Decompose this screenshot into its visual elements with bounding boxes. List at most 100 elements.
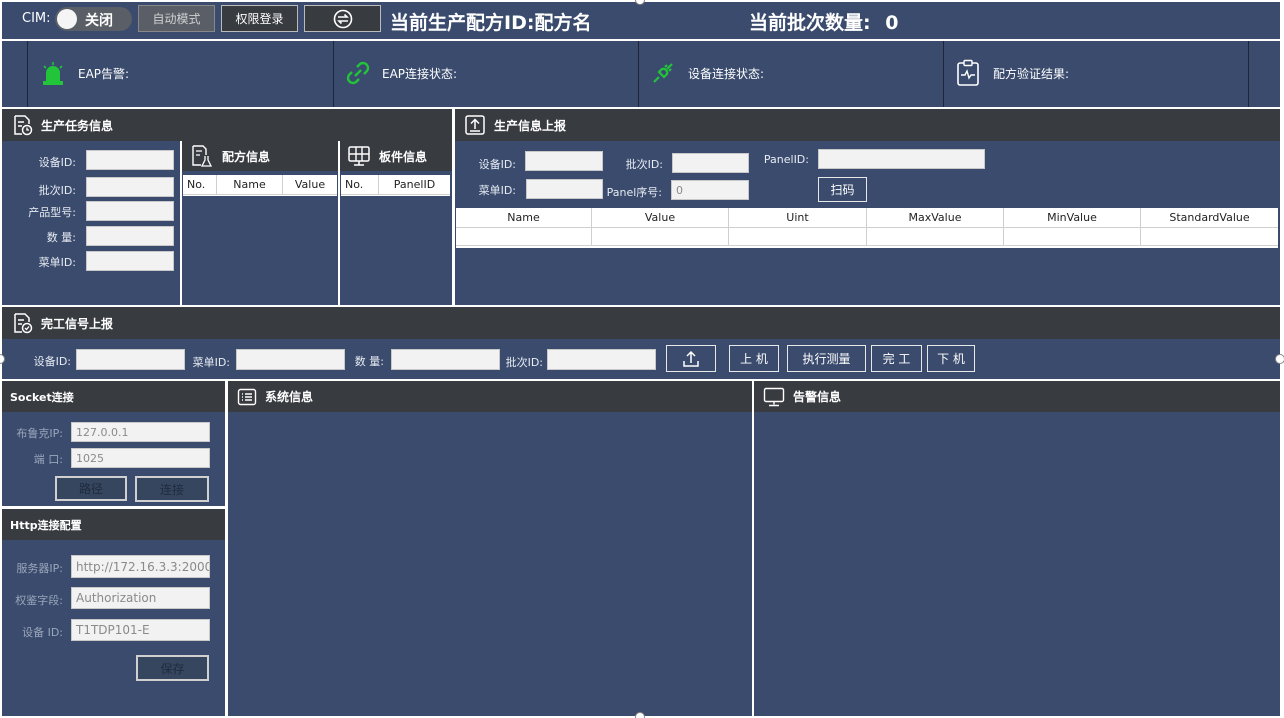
upload-header: 生产信息上报 (455, 109, 1280, 141)
finish-button[interactable]: 完 工 (871, 345, 922, 372)
task-doc-icon (11, 114, 33, 136)
system-info-body[interactable] (228, 412, 752, 716)
flask-doc-icon (190, 144, 214, 168)
board-info-title: 板件信息 (379, 149, 428, 164)
auto-mode-button[interactable]: 自动模式 (138, 5, 215, 32)
column-header[interactable]: MaxValue (867, 208, 1004, 228)
device-id-input[interactable]: T1TDP101-E (71, 619, 210, 641)
device-id-label: 设备 ID: (22, 626, 63, 639)
column-header[interactable]: Value (592, 208, 729, 228)
connect-button[interactable]: 连接 (135, 476, 209, 502)
batch-value: 0 (885, 12, 899, 34)
finish-quantity-input[interactable] (391, 349, 500, 370)
auth-field-input[interactable]: Authorization (71, 587, 210, 609)
upload-menu-id-label: 菜单ID: (478, 184, 516, 197)
server-ip-input[interactable]: http://172.16.3.3:20003, (71, 555, 210, 578)
column-header[interactable]: No. (341, 175, 379, 195)
table-cell[interactable] (456, 228, 592, 246)
task-product-model-label: 产品型号: (28, 206, 76, 219)
table-cell[interactable] (1004, 228, 1141, 246)
task-product-model-input[interactable] (86, 201, 174, 221)
cim-toggle[interactable]: 关闭 (55, 7, 132, 31)
task-batch-id-input[interactable] (86, 177, 174, 197)
save-button[interactable]: 保存 (136, 655, 209, 681)
finish-header: 完工信号上报 (2, 307, 1280, 339)
broker-ip-input[interactable]: 127.0.0.1 (71, 422, 210, 442)
table-cell[interactable] (592, 228, 729, 246)
check-doc-icon (11, 312, 33, 334)
status-divider (333, 41, 334, 107)
task-menu-id-input[interactable] (86, 251, 174, 271)
resize-handle[interactable] (1275, 354, 1284, 364)
http-header: Http连接配置 (2, 509, 225, 540)
task-quantity-input[interactable] (86, 226, 174, 246)
toggle-knob (57, 9, 77, 29)
column-header[interactable]: Uint (729, 208, 867, 228)
column-header[interactable]: Name (217, 175, 283, 195)
machine-down-button[interactable]: 下 机 (927, 345, 975, 372)
resize-handle[interactable] (635, 712, 645, 718)
table-cell[interactable] (1141, 228, 1278, 246)
upload-panel-id-label: PanelID: (763, 153, 809, 166)
path-button[interactable]: 路径 (55, 476, 127, 501)
auth-field-label: 权鉴字段: (15, 594, 63, 607)
grid-icon (347, 144, 371, 168)
login-button[interactable]: 权限登录 (221, 5, 298, 32)
status-bar (2, 41, 1280, 107)
scan-button[interactable]: 扫码 (818, 177, 867, 202)
batch-count: 当前批次数量: 0 (749, 8, 898, 35)
eap-conn-label: EAP连接状态: (382, 67, 458, 81)
column-header[interactable]: Value (283, 175, 337, 195)
status-divider (638, 41, 639, 107)
alarm-light-icon (43, 62, 63, 85)
port-label: 端 口: (33, 453, 63, 466)
table-cell[interactable] (729, 228, 867, 246)
broker-ip-label: 布鲁克IP: (16, 427, 63, 440)
task-title: 生产任务信息 (41, 118, 114, 133)
upload-table[interactable]: Name Value Uint MaxValue MinValue Standa… (456, 208, 1278, 248)
alarm-info-body[interactable] (754, 412, 1280, 716)
finish-quantity-label: 数 量: (354, 355, 384, 368)
upload-panel-seq-input[interactable]: 0 (671, 180, 749, 200)
upload-icon (683, 350, 699, 367)
machine-up-button[interactable]: 上 机 (729, 345, 779, 372)
recipe-name: 配方名 (534, 12, 592, 34)
port-input[interactable]: 1025 (71, 448, 210, 468)
finish-menu-id-label: 菜单ID: (192, 356, 230, 369)
upload-batch-id-input[interactable] (672, 153, 749, 173)
task-device-id-label: 设备ID: (38, 156, 76, 169)
task-quantity-label: 数 量: (46, 231, 76, 244)
column-header[interactable]: No. (183, 175, 217, 195)
upload-menu-id-input[interactable] (526, 179, 603, 199)
finish-menu-id-input[interactable] (236, 349, 345, 370)
measure-button[interactable]: 执行测量 (787, 345, 866, 372)
column-header[interactable]: MinValue (1004, 208, 1141, 228)
upload-button[interactable] (666, 345, 716, 372)
column-header[interactable]: PanelID (379, 175, 450, 195)
board-info-header: 板件信息 (340, 141, 452, 171)
http-title: Http连接配置 (10, 518, 82, 532)
recipe-info-table[interactable]: No. Name Value (183, 175, 337, 196)
finish-batch-id-input[interactable] (547, 349, 656, 370)
refresh-button[interactable] (304, 5, 381, 32)
upload-doc-icon (464, 114, 486, 136)
column-header[interactable]: StandardValue (1141, 208, 1278, 228)
status-divider (1248, 41, 1249, 107)
system-info-header: 系统信息 (228, 381, 752, 412)
column-header[interactable]: Name (456, 208, 592, 228)
socket-header: Socket连接 (2, 381, 225, 412)
recipe-verify-label: 配方验证结果: (993, 67, 1070, 81)
task-menu-id-label: 菜单ID: (38, 256, 76, 269)
board-info-table[interactable]: No. PanelID (341, 175, 450, 196)
recipe-info-header: 配方信息 (182, 141, 338, 171)
clipboard-pulse-icon (957, 59, 979, 86)
finish-device-id-input[interactable] (76, 349, 185, 370)
upload-device-id-label: 设备ID: (478, 158, 516, 171)
upload-panel-id-input[interactable] (818, 149, 985, 169)
task-device-id-input[interactable] (86, 150, 174, 170)
upload-device-id-input[interactable] (525, 151, 603, 171)
current-recipe: 当前生产配方ID:配方名 (390, 8, 591, 35)
recipe-info-title: 配方信息 (222, 149, 271, 164)
table-cell[interactable] (867, 228, 1004, 246)
device-conn-label: 设备连接状态: (688, 67, 765, 81)
